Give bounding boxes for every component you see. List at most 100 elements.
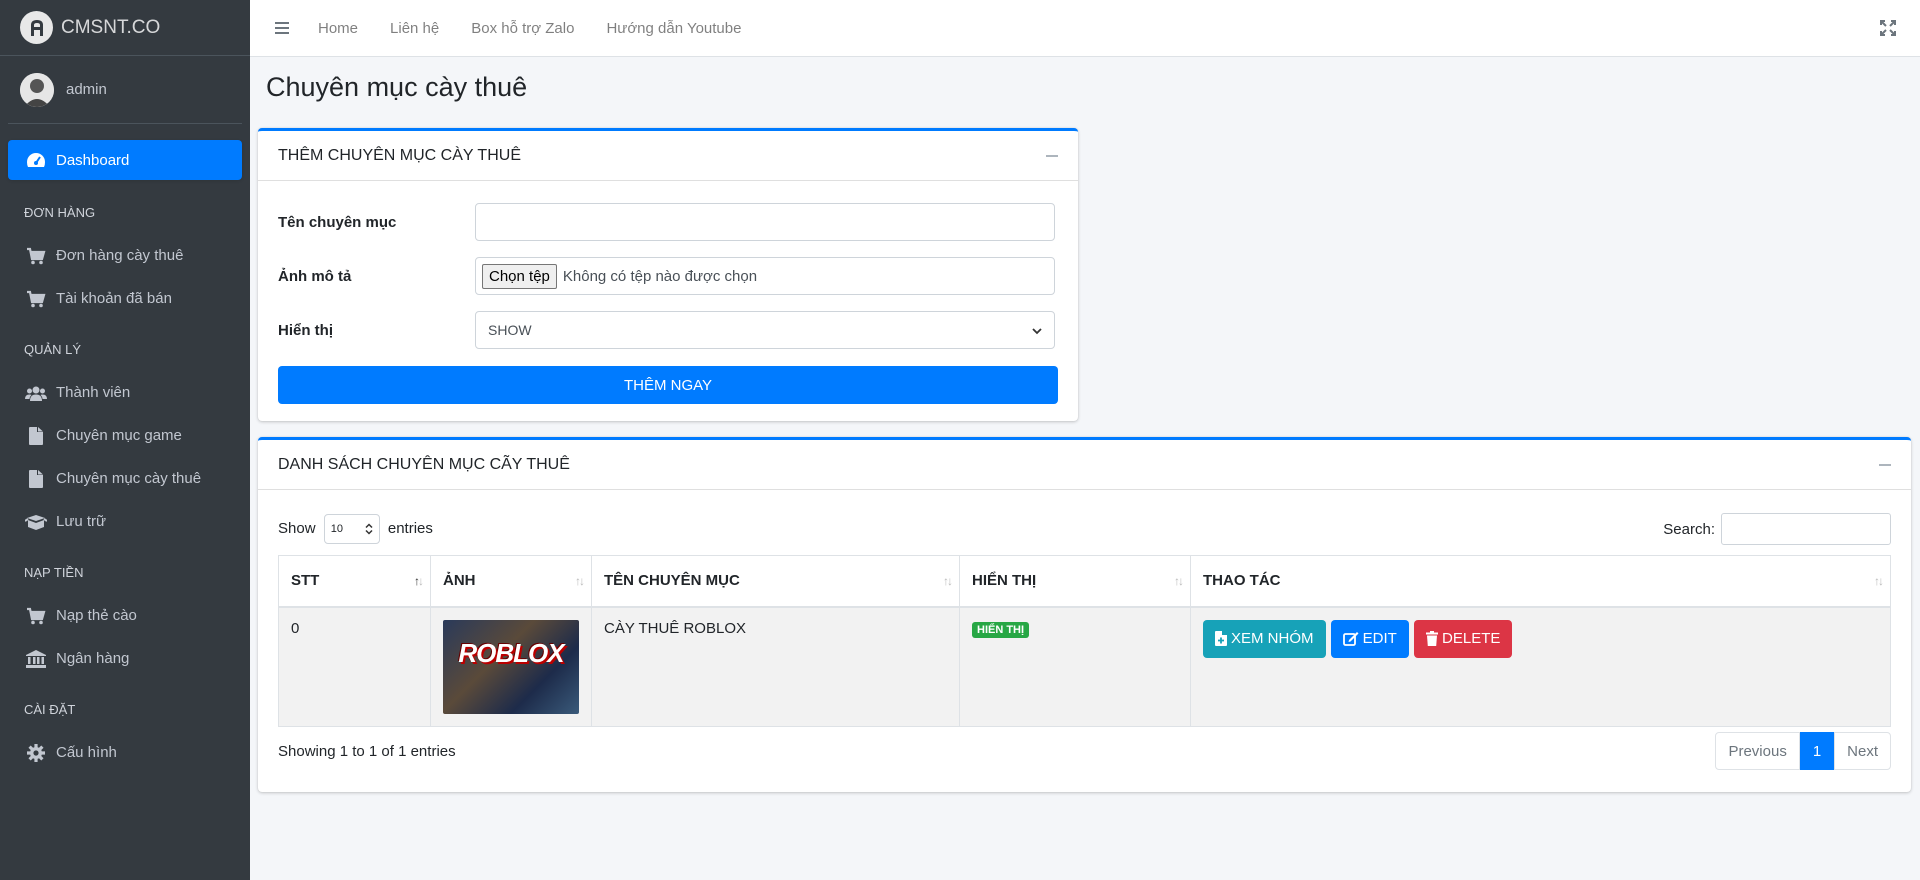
cart-icon bbox=[24, 289, 48, 309]
nav-header-topup: NẠP TIỀN bbox=[24, 565, 84, 580]
page-title: Chuyên mục cày thuê bbox=[266, 72, 528, 102]
sidebar-item-card-topup[interactable]: Nạp thẻ cào bbox=[8, 594, 242, 637]
nav-link-home[interactable]: Home bbox=[302, 20, 374, 37]
sidebar-item-label: Cấu hình bbox=[56, 744, 117, 761]
trash-icon bbox=[1426, 631, 1439, 646]
cell-stt: 0 bbox=[278, 606, 431, 727]
sidebar-nav: Dashboard ĐƠN HÀNG Đơn hàng cày thuê Tài… bbox=[0, 124, 250, 774]
sidebar-item-label: Chuyên mục game bbox=[56, 427, 182, 444]
category-name-input[interactable] bbox=[475, 203, 1055, 241]
column-header-actions[interactable]: THAO TÁC ↑↓ bbox=[1190, 555, 1891, 608]
nav-link-contact[interactable]: Liên hệ bbox=[374, 20, 455, 37]
sidebar-item-label: Thành viên bbox=[56, 384, 131, 401]
sidebar: CMSNT.CO admin Dashboard ĐƠN HÀNG Đơn hà… bbox=[0, 0, 250, 880]
collapse-icon[interactable] bbox=[1879, 463, 1891, 466]
sort-asc-icon: ↑↓ bbox=[414, 574, 424, 588]
chevron-down-icon bbox=[1032, 322, 1042, 338]
image-file-input[interactable]: Chọn tệp Không có tệp nào được chọn bbox=[475, 257, 1055, 295]
add-category-card: THÊM CHUYÊN MỤC CÀY THUÊ Tên chuyên mục … bbox=[258, 128, 1078, 421]
status-badge: HIỂN THỊ bbox=[972, 621, 1030, 638]
users-icon bbox=[24, 383, 48, 403]
pagination-previous[interactable]: Previous bbox=[1715, 732, 1800, 770]
card-title: THÊM CHUYÊN MỤC CÀY THUÊ bbox=[278, 146, 521, 164]
column-header-display[interactable]: HIỂN THỊ ↑↓ bbox=[959, 555, 1191, 608]
sidebar-item-label: Tài khoản đã bán bbox=[56, 290, 172, 307]
updown-icon bbox=[365, 523, 373, 535]
pagination-next[interactable]: Next bbox=[1834, 732, 1891, 770]
sidebar-item-label: Dashboard bbox=[56, 151, 130, 169]
category-list-card: DANH SÁCH CHUYÊN MỤC CÃY THUÊ Show 10 en… bbox=[258, 437, 1911, 792]
cart-icon bbox=[24, 246, 48, 266]
brand-logo-icon bbox=[20, 11, 53, 44]
column-header-stt[interactable]: STT ↑↓ bbox=[278, 555, 431, 608]
top-navbar: Home Liên hệ Box hỗ trợ Zalo Hướng dẫn Y… bbox=[250, 0, 1920, 57]
sort-icon: ↑↓ bbox=[943, 574, 953, 588]
entries-control: Show 10 entries bbox=[278, 514, 433, 544]
sidebar-item-storage[interactable]: Lưu trữ bbox=[8, 500, 242, 543]
display-select[interactable]: SHOW bbox=[475, 311, 1055, 349]
name-row: Tên chuyên mục bbox=[278, 203, 1058, 241]
brand[interactable]: CMSNT.CO bbox=[0, 0, 250, 56]
brand-name: CMSNT.CO bbox=[61, 16, 161, 38]
thumbnail-text: ROBLOX bbox=[458, 637, 564, 668]
avatar bbox=[20, 72, 54, 107]
collapse-icon[interactable] bbox=[1046, 154, 1058, 157]
datatable-footer: Showing 1 to 1 of 1 entries Previous 1 N… bbox=[278, 732, 1891, 770]
file-icon bbox=[24, 426, 48, 446]
user-name: admin bbox=[66, 81, 107, 98]
cell-image: ROBLOX bbox=[430, 606, 592, 727]
sidebar-item-boosting-categories[interactable]: Chuyên mục cày thuê bbox=[8, 457, 242, 500]
dashboard-icon bbox=[24, 150, 48, 170]
search-control: Search: bbox=[1663, 513, 1891, 545]
table-row: 0 ROBLOX CÀY THUÊ ROBLOX HIỂN THỊ XEM NH… bbox=[278, 606, 1891, 727]
user-panel[interactable]: admin bbox=[8, 56, 242, 124]
sidebar-item-members[interactable]: Thành viên bbox=[8, 371, 242, 414]
search-label: Search: bbox=[1663, 520, 1715, 538]
nav-header-orders: ĐƠN HÀNG bbox=[24, 205, 96, 220]
sidebar-item-config[interactable]: Cấu hình bbox=[8, 731, 242, 774]
sidebar-item-label: Lưu trữ bbox=[56, 513, 107, 530]
sidebar-item-dashboard[interactable]: Dashboard bbox=[8, 140, 242, 180]
search-input[interactable] bbox=[1721, 513, 1891, 545]
entries-select[interactable]: 10 bbox=[323, 514, 380, 544]
sidebar-item-bank[interactable]: Ngân hàng bbox=[8, 637, 242, 680]
view-group-button[interactable]: XEM NHÓM bbox=[1203, 619, 1326, 658]
add-now-button[interactable]: THÊM NGAY bbox=[278, 366, 1058, 404]
sidebar-item-game-categories[interactable]: Chuyên mục game bbox=[8, 414, 242, 457]
choose-file-button[interactable]: Chọn tệp bbox=[482, 263, 557, 289]
sort-icon: ↑↓ bbox=[1874, 574, 1884, 588]
entries-label: entries bbox=[387, 519, 433, 537]
display-row: Hiển thị SHOW bbox=[278, 311, 1058, 349]
table-header-row: STT ↑↓ ẢNH ↑↓ TÊN CHUYÊN MỤC ↑↓ HIỂN THỊ ↑↓ … bbox=[278, 555, 1891, 608]
bank-icon bbox=[24, 649, 48, 669]
image-row: Ảnh mô tả Chọn tệp Không có tệp nào được… bbox=[278, 257, 1058, 295]
cell-name: CÀY THUÊ ROBLOX bbox=[591, 606, 960, 727]
file-status-text: Không có tệp nào được chọn bbox=[562, 267, 758, 285]
file-icon bbox=[24, 469, 48, 489]
menu-toggle-icon[interactable] bbox=[262, 22, 302, 34]
edit-button[interactable]: EDIT bbox=[1330, 619, 1409, 658]
pagination-page-1[interactable]: 1 bbox=[1799, 732, 1835, 770]
cell-actions: XEM NHÓM EDIT DELETE bbox=[1190, 606, 1891, 727]
show-label: Show bbox=[278, 519, 316, 537]
delete-button[interactable]: DELETE bbox=[1414, 619, 1513, 658]
nav-link-zalo[interactable]: Box hỗ trợ Zalo bbox=[455, 20, 590, 37]
sidebar-item-sold-accounts[interactable]: Tài khoản đã bán bbox=[8, 277, 242, 320]
edit-icon bbox=[1342, 632, 1359, 646]
display-label: Hiển thị bbox=[278, 321, 333, 339]
pagination: Previous 1 Next bbox=[1715, 732, 1891, 770]
sidebar-item-orders[interactable]: Đơn hàng cày thuê bbox=[8, 234, 242, 277]
fullscreen-icon[interactable] bbox=[1880, 20, 1896, 40]
cell-status: HIỂN THỊ bbox=[959, 606, 1191, 727]
nav-header-manage: QUẢN LÝ bbox=[24, 342, 82, 357]
column-header-image[interactable]: ẢNH ↑↓ bbox=[430, 555, 592, 608]
column-header-name[interactable]: TÊN CHUYÊN MỤC ↑↓ bbox=[591, 555, 960, 608]
cart-icon bbox=[24, 606, 48, 626]
sort-icon: ↑↓ bbox=[1174, 574, 1184, 588]
category-thumbnail: ROBLOX bbox=[443, 619, 579, 714]
gear-icon bbox=[24, 743, 48, 763]
sort-icon: ↑↓ bbox=[575, 574, 585, 588]
nav-link-youtube[interactable]: Hướng dẫn Youtube bbox=[590, 20, 757, 37]
entries-select-value: 10 bbox=[330, 523, 343, 535]
datatable-controls: Show 10 entries Search: bbox=[278, 513, 1891, 545]
